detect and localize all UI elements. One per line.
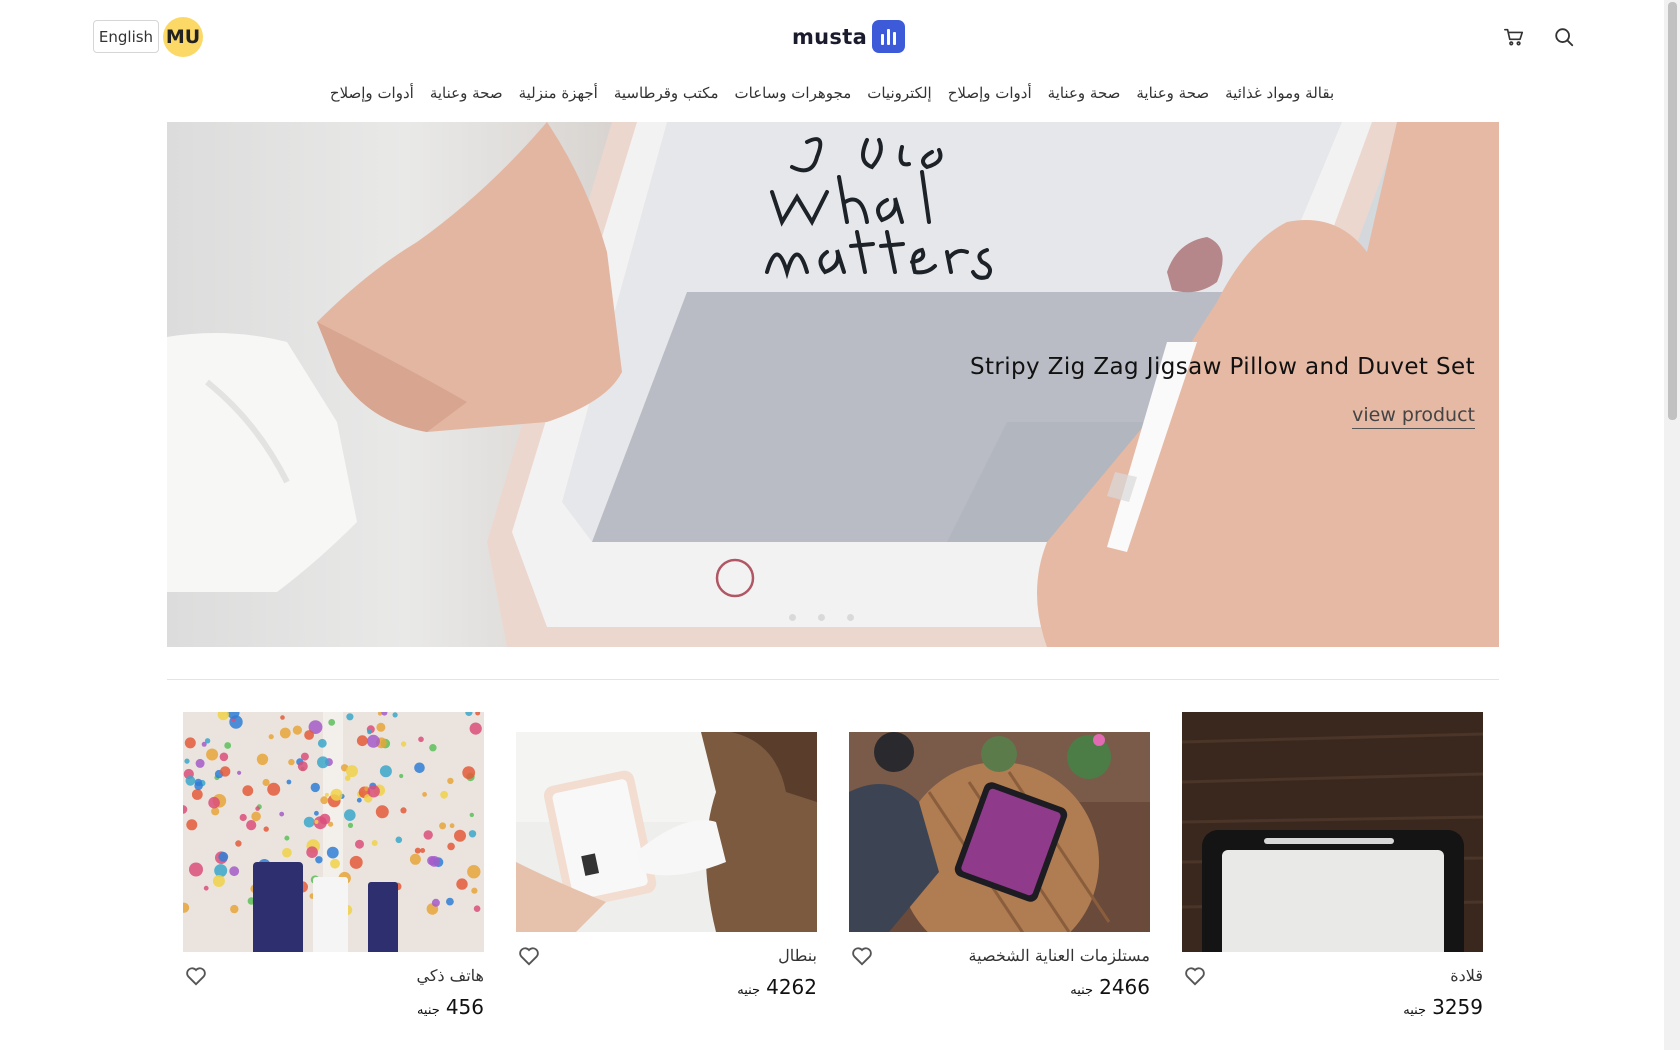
product-card[interactable]: هاتف ذكي 456 جنيه <box>183 712 484 1022</box>
page-scrollbar[interactable] <box>1664 0 1680 1050</box>
cart-icon[interactable] <box>1500 23 1528 51</box>
nav-item-grocery[interactable]: بقالة ومواد غذائية <box>1225 84 1334 112</box>
product-name[interactable]: مستلزمات العناية الشخصية <box>969 946 1150 965</box>
product-image <box>516 732 817 932</box>
product-card[interactable]: مستلزمات العناية الشخصية 2466 جنيه <box>849 732 1150 1022</box>
nav-item-electronics[interactable]: إلكترونيات <box>867 84 931 112</box>
price-value: 3259 <box>1432 995 1483 1019</box>
view-product-link[interactable]: view product <box>1352 404 1475 429</box>
nav-item-health[interactable]: صحة وعناية <box>1136 84 1209 112</box>
product-image <box>1182 712 1483 952</box>
heart-icon[interactable] <box>518 946 542 968</box>
slider-dot[interactable] <box>818 614 825 621</box>
nav-item-tools[interactable]: أدوات وإصلاح <box>948 84 1032 112</box>
nav-item-jewelry[interactable]: مجوهرات وساعات <box>735 84 852 112</box>
product-name[interactable]: هاتف ذكي <box>417 966 485 985</box>
logo-text: musta <box>792 24 868 49</box>
nav-item-health[interactable]: صحة وعناية <box>1048 84 1121 112</box>
logo-mark-icon <box>872 20 906 53</box>
product-name[interactable]: قلادة <box>1450 966 1483 985</box>
nav-item-tools[interactable]: أدوات وإصلاح <box>330 84 414 112</box>
product-card[interactable]: قلادة 3259 جنيه <box>1182 712 1483 1022</box>
hero-title: Stripy Zig Zag Jigsaw Pillow and Duvet S… <box>969 354 1475 380</box>
price-currency: جنيه <box>416 1003 440 1018</box>
product-price: 2466 جنيه <box>1070 975 1150 999</box>
hero-image <box>167 122 1499 647</box>
slider-dots <box>789 614 854 621</box>
slider-dot[interactable] <box>847 614 854 621</box>
product-card[interactable]: بنطال 4262 جنيه <box>516 732 817 1022</box>
category-nav: بقالة ومواد غذائية صحة وعناية صحة وعناية… <box>0 84 1664 112</box>
nav-item-health[interactable]: صحة وعناية <box>430 84 503 112</box>
hero-banner[interactable]: Stripy Zig Zag Jigsaw Pillow and Duvet S… <box>167 122 1499 647</box>
search-icon[interactable] <box>1550 23 1578 51</box>
price-value: 4262 <box>766 975 817 999</box>
slider-dot[interactable] <box>789 614 796 621</box>
price-currency: جنيه <box>1070 983 1094 998</box>
product-name[interactable]: بنطال <box>778 946 817 965</box>
product-price: 3259 جنيه <box>1403 995 1483 1019</box>
nav-item-appliances[interactable]: أجهزة منزلية <box>519 84 598 112</box>
product-image <box>849 732 1150 932</box>
price-value: 456 <box>445 995 484 1019</box>
product-price: 456 جنيه <box>417 995 484 1019</box>
section-divider <box>167 679 1499 680</box>
price-value: 2466 <box>1099 975 1150 999</box>
heart-icon[interactable] <box>185 966 209 988</box>
nav-item-office[interactable]: مكتب وقرطاسية <box>614 84 719 112</box>
heart-icon[interactable] <box>851 946 875 968</box>
product-price: 4262 جنيه <box>737 975 817 999</box>
user-avatar[interactable]: MU <box>163 17 203 57</box>
site-logo[interactable]: musta <box>792 20 906 53</box>
heart-icon[interactable] <box>1184 966 1208 988</box>
product-image <box>183 712 484 952</box>
price-currency: جنيه <box>1403 1003 1427 1018</box>
site-header: English MU musta <box>0 0 1664 74</box>
scrollbar-thumb[interactable] <box>1668 2 1677 420</box>
language-switch-button[interactable]: English <box>93 20 159 53</box>
price-currency: جنيه <box>737 983 761 998</box>
